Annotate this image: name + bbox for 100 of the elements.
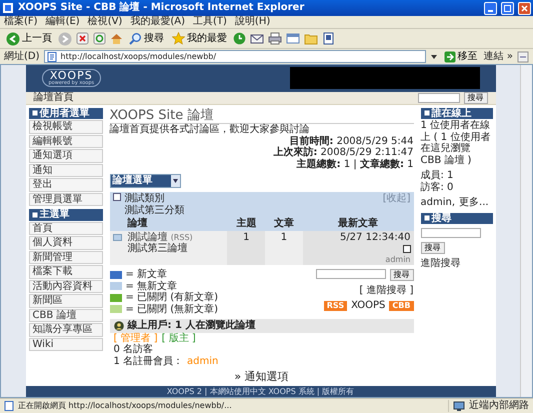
home-icon[interactable] <box>110 32 123 45</box>
star-icon <box>172 32 185 45</box>
toolbar-icon[interactable] <box>517 50 529 62</box>
menu-item[interactable]: 檢視(V) <box>88 16 122 28</box>
advanced-search-link[interactable]: 進階搜尋 <box>420 258 492 270</box>
logo-text: XOOPS <box>50 70 93 82</box>
window-icon[interactable] <box>286 32 300 45</box>
footer-text: XOOPS 2 | 本網站使用中文 XOOPS 系統 | 版權所有 <box>26 386 496 397</box>
role-label: [ 版主 ] <box>162 332 196 344</box>
document-icon[interactable] <box>322 32 335 45</box>
advanced-search-link[interactable]: [ 進階搜尋 ] <box>359 284 414 296</box>
search-button[interactable]: 搜尋 <box>420 242 444 254</box>
member-count: 成員: 1 <box>420 170 454 182</box>
column-header: 最新文章 <box>338 218 378 230</box>
back-button[interactable]: 上一頁 <box>4 32 54 46</box>
table-cell: 1 <box>243 232 250 243</box>
forum-link[interactable]: 測試論壇 <box>128 232 168 243</box>
menu-link[interactable]: 管理員選單 <box>28 192 102 206</box>
users-icon <box>114 320 124 331</box>
close-icon <box>521 4 528 12</box>
page-title: XOOPS Site 論壇 <box>110 108 414 124</box>
category-description: 測試第三分類 <box>124 204 184 216</box>
menu-link[interactable]: 檢視帳號 <box>28 120 102 134</box>
mail-icon[interactable] <box>250 32 264 45</box>
menu-link[interactable]: 活動內容資料 <box>28 280 102 294</box>
guest-count: 訪客: 0 <box>420 182 454 194</box>
window-icon <box>2 2 14 14</box>
favorites-button[interactable]: 我的最愛 <box>170 32 229 45</box>
breadcrumb-link[interactable]: 論壇首頁 <box>34 92 74 104</box>
menu-link[interactable]: 知識分享專區 <box>28 323 102 337</box>
category-link[interactable]: 測試類別 <box>124 193 184 205</box>
member-count: 1 名註冊會員： <box>114 356 184 368</box>
menu-link[interactable]: 新聞區 <box>28 294 102 308</box>
search-field[interactable] <box>418 92 460 103</box>
block-title: 主選單 <box>40 209 70 221</box>
menu-item[interactable]: 我的最愛(A) <box>130 16 185 28</box>
menu-link[interactable]: 首頁 <box>28 222 102 236</box>
page-icon <box>46 52 57 62</box>
column-header: 主題 <box>236 218 256 230</box>
forum-stats: 目前時間: 2008/5/29 5:44 <box>289 136 414 147</box>
maximize-icon <box>504 4 511 12</box>
search-field[interactable] <box>316 269 386 280</box>
block-title: 使用者選單 <box>40 108 90 120</box>
address-url: http://localhost/xoops/modules/newbb/ <box>60 52 216 62</box>
stop-icon[interactable] <box>76 32 89 45</box>
print-icon[interactable] <box>268 32 282 45</box>
legend-text: = 已關閉 (有新文章) <box>126 292 218 304</box>
menu-item[interactable]: 工具(T) <box>193 16 227 28</box>
search-field[interactable] <box>420 228 480 238</box>
forum-stats: 主題總數: 1 | 文章總數: 1 <box>296 158 414 170</box>
menu-link[interactable]: 登出 <box>28 178 102 192</box>
collapse-icon <box>32 110 38 116</box>
address-label: 網址(D) <box>4 50 40 62</box>
menu-link[interactable]: 檔案下載 <box>28 265 102 279</box>
guest-count: 0 名訪客 <box>112 344 154 356</box>
block-title: 誰在線上 <box>432 108 472 120</box>
history-icon[interactable] <box>233 32 246 45</box>
post-link-icon[interactable] <box>402 244 410 253</box>
search-button[interactable]: 搜尋 <box>390 269 414 281</box>
network-icon <box>453 401 465 411</box>
links-button[interactable]: 連結 » <box>484 50 513 62</box>
minimize-button[interactable] <box>484 2 497 14</box>
user-link[interactable]: admin <box>306 254 410 264</box>
menu-item[interactable]: 編輯(E) <box>46 16 80 28</box>
table-cell: 1 <box>280 232 288 243</box>
menu-link[interactable]: 個人資料 <box>28 236 102 250</box>
legend-text: = 新文章 <box>126 269 168 280</box>
menu-item[interactable]: 說明(H) <box>234 16 270 28</box>
search-button[interactable]: 搜尋 <box>464 92 488 104</box>
search-button[interactable]: 搜尋 <box>127 32 166 45</box>
refresh-icon[interactable] <box>93 32 106 45</box>
column-header: 論壇 <box>128 218 148 230</box>
page-description: 論壇首頁提供各式討論區，歡迎大家參與討論 <box>110 124 310 136</box>
more-link[interactable]: 更多... <box>459 197 489 209</box>
block-title: 搜尋 <box>432 212 452 224</box>
menu-link[interactable]: 通知選項 <box>28 149 102 163</box>
close-button[interactable] <box>518 2 531 14</box>
address-field[interactable]: http://localhost/xoops/modules/newbb/ <box>44 50 426 63</box>
menu-link[interactable]: CBB 論壇 <box>28 308 102 322</box>
menu-link[interactable]: 通知 <box>28 164 102 178</box>
forum-status-icon <box>112 234 122 241</box>
maximize-button[interactable] <box>501 2 514 14</box>
forum-jump-select[interactable]: 論壇選單 <box>110 174 180 188</box>
menu-link[interactable]: Wiki <box>28 338 102 352</box>
menu-link[interactable]: 新聞管理 <box>28 250 102 264</box>
online-summary: 1 位使用者在線上 ( 1 位使用者在這兒瀏覽 CBB 論壇 ) <box>420 120 492 166</box>
go-button[interactable]: 移至 <box>442 50 480 62</box>
last-post-time: 5/27 12:34:40 <box>338 232 410 244</box>
menu-link[interactable]: 編輯帳號 <box>28 134 102 148</box>
collapse-icon <box>424 215 430 222</box>
dropdown-caret-icon[interactable] <box>430 52 438 60</box>
rss-link[interactable]: (RSS) <box>170 232 193 242</box>
notification-link[interactable]: » 通知選項 <box>234 370 289 384</box>
scrollbar[interactable] <box>520 65 532 397</box>
status-text: 正在開啟網頁 http://localhost/xoops/modules/newbb/... <box>18 401 232 411</box>
column-header: 文章 <box>274 218 294 230</box>
menu-item[interactable]: 檔案(F) <box>4 16 38 28</box>
badge-caption: XOOPS <box>351 300 386 312</box>
collapse-icon <box>32 212 38 218</box>
user-link[interactable]: admin, <box>420 197 456 209</box>
